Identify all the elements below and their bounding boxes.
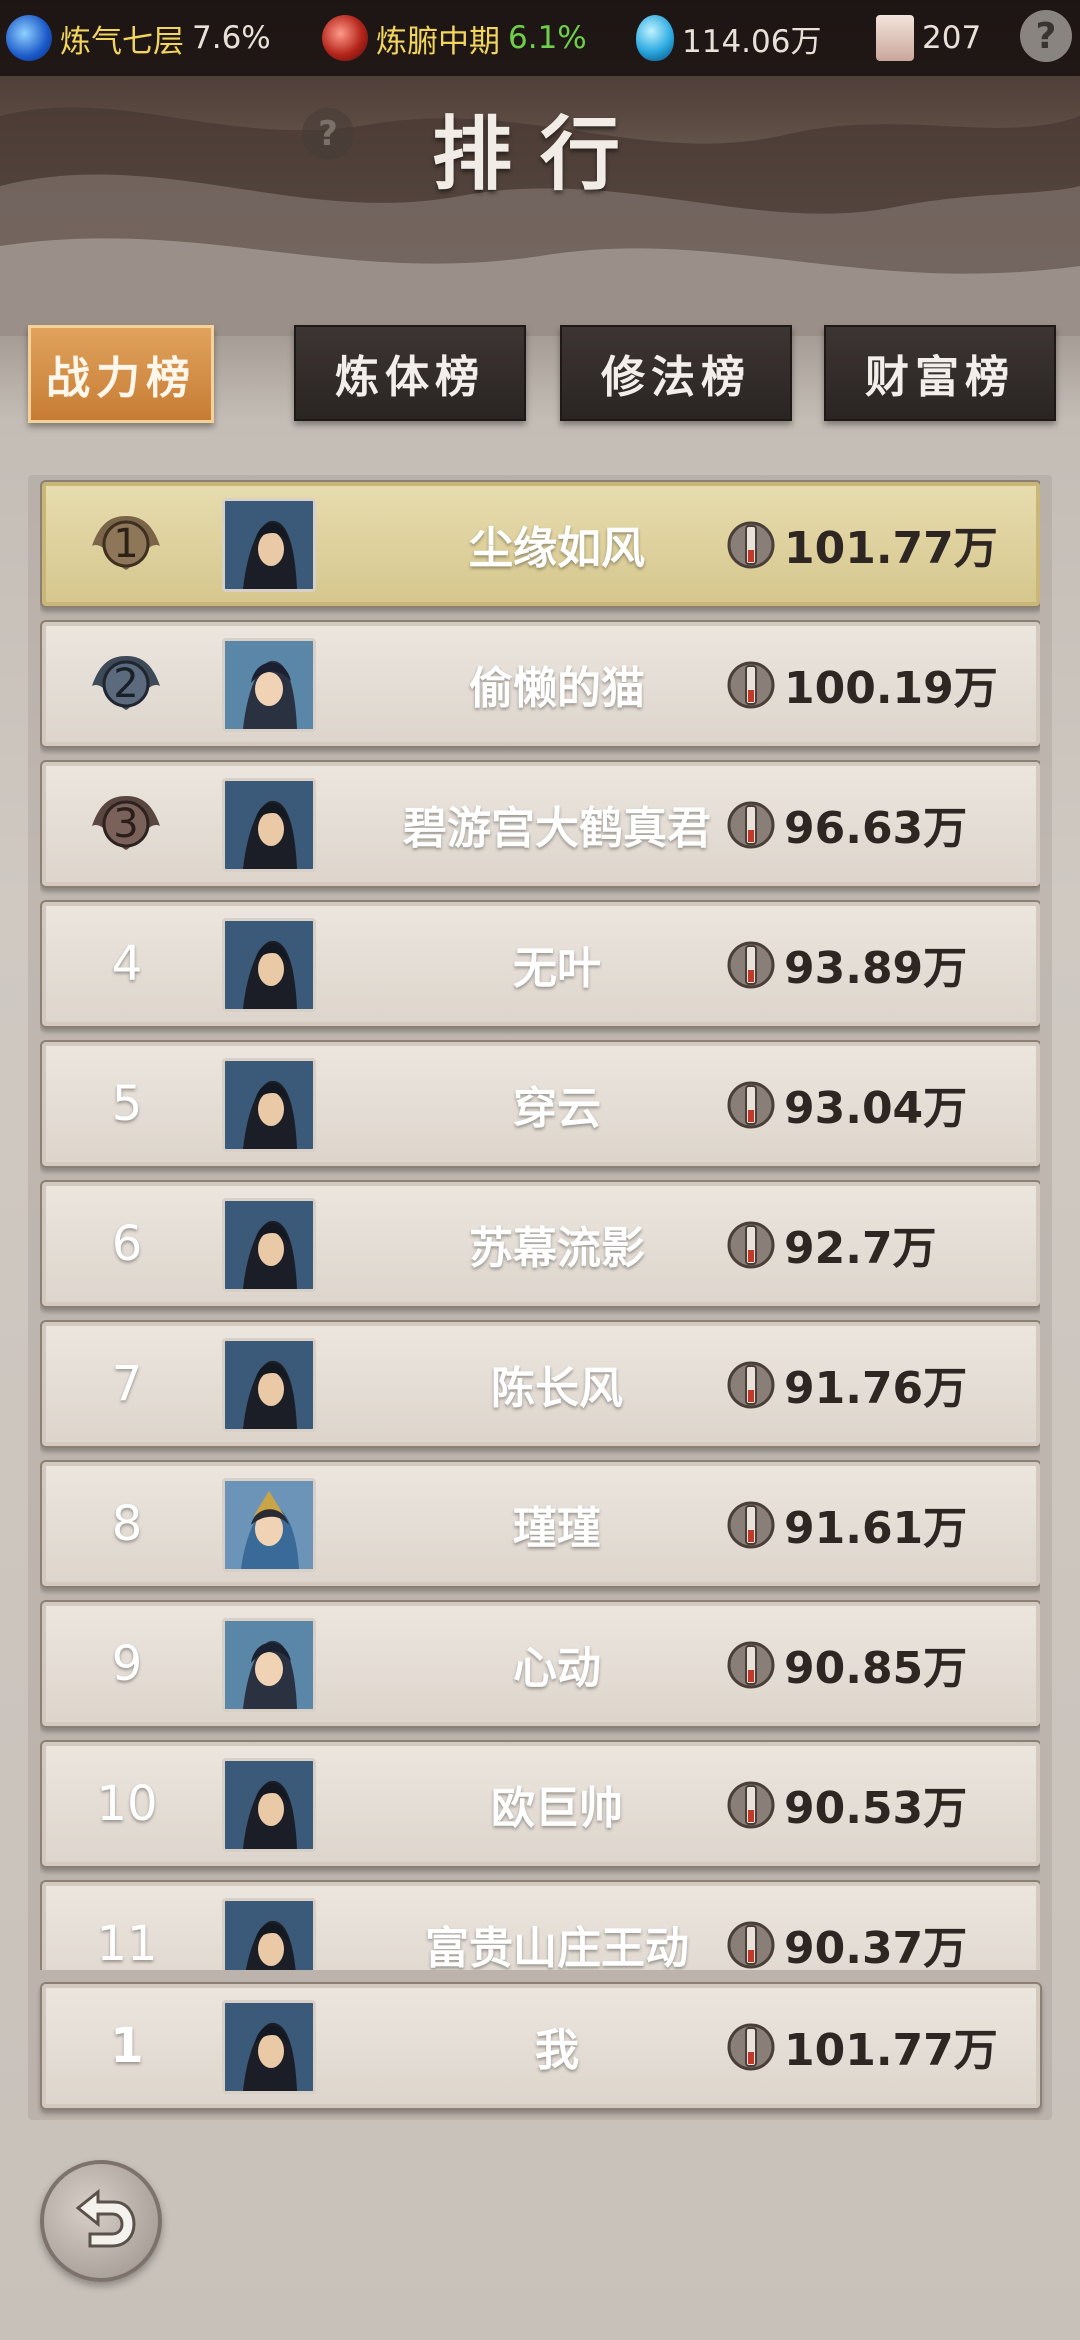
power-value: 90.85万 [784,1643,968,1694]
ranking-row[interactable]: 6 苏幕流影 92.7万 [40,1180,1040,1308]
avatar[interactable] [222,638,316,732]
body-refine-level[interactable]: 炼腑中期 6.1% [322,0,587,76]
tab-wealth[interactable]: 财富榜 [824,325,1056,421]
ranking-row[interactable]: 7 陈长风 91.76万 [40,1320,1040,1448]
combat-power-icon [727,1781,775,1829]
rank-number: 9 [111,1636,143,1692]
token-value: 207 [922,20,982,56]
rank-number: 5 [111,1076,143,1132]
ranking-row[interactable]: 11 富贵山庄王动 90.37万 [40,1880,1040,1970]
my-avatar[interactable] [222,2000,316,2094]
combat-power-icon [727,1081,775,1129]
scroll-token-icon [876,15,914,61]
avatar[interactable] [222,1198,316,1292]
tab-body-refining[interactable]: 炼体榜 [294,325,526,421]
avatar[interactable] [222,1478,316,1572]
cultivation-name: 炼气七层 [60,23,184,60]
rank-number: 8 [111,1496,143,1552]
combat-power-icon [727,801,775,849]
power-value: 93.89万 [784,943,968,994]
spirit-orb-icon [6,15,52,61]
back-button[interactable] [40,2160,162,2282]
ranking-row[interactable]: 1 尘缘如风 101.77万 [40,480,1040,608]
avatar[interactable] [222,918,316,1012]
ranking-row[interactable]: 4 无叶 93.89万 [40,900,1040,1028]
combat-power-icon [727,661,775,709]
combat-power-icon [727,1921,775,1969]
ranking-row[interactable]: 3 碧游宫大鹤真君 96.63万 [40,760,1040,888]
cultivation-percent: 7.6% [192,20,271,56]
power-value: 93.04万 [784,1083,968,1134]
combat-power-icon [727,1641,775,1689]
ranking-row[interactable]: 5 穿云 93.04万 [40,1040,1040,1168]
ranking-row[interactable]: 9 心动 90.85万 [40,1600,1040,1728]
spirit-stone-icon [636,15,674,61]
spirit-stones-value: 114.06万 [682,23,822,60]
tab-spell-cultivation[interactable]: 修法榜 [560,325,792,421]
rank-number: 11 [96,1916,158,1970]
ranking-list[interactable]: 1 尘缘如风 101.77万 2 偷懒的猫 100.19万 3 碧游宫大鹤真君 [40,480,1040,1970]
return-arrow-icon [75,2188,136,2248]
avatar[interactable] [222,498,316,592]
combat-power-icon [727,1221,775,1269]
token-count[interactable]: 207 [876,0,981,76]
my-power-value: 101.77万 [784,2025,998,2076]
avatar[interactable] [222,1338,316,1432]
rank-number: 4 [111,936,143,992]
power-value: 91.76万 [784,1363,968,1414]
avatar[interactable] [222,1898,316,1970]
rank-number: 10 [96,1776,158,1832]
tab-combat-power[interactable]: 战力榜 [28,325,214,423]
rank-number: 3 [113,801,139,847]
ranking-tabs: 战力榜 炼体榜 修法榜 财富榜 [28,325,1056,423]
cultivation-level[interactable]: 炼气七层 7.6% [6,0,271,76]
power-value: 100.19万 [784,663,998,714]
combat-power-icon [727,521,775,569]
power-value: 101.77万 [784,523,998,574]
combat-power-icon [727,1501,775,1549]
power-value: 96.63万 [784,803,968,854]
my-rank-row[interactable]: 1 我 101.77万 [40,1982,1042,2110]
body-refine-percent: 6.1% [508,20,587,56]
combat-power-icon [727,1361,775,1409]
avatar[interactable] [222,778,316,872]
avatar[interactable] [222,1058,316,1152]
my-rank-number: 1 [110,2018,144,2074]
combat-power-icon [727,2023,775,2071]
top-resource-bar: 炼气七层 7.6% 炼腑中期 6.1% 114.06万 207 ? [0,0,1080,76]
combat-power-icon [727,941,775,989]
power-value: 91.61万 [784,1503,968,1554]
top-help-button[interactable]: ? [1020,10,1072,62]
power-value: 92.7万 [784,1223,937,1274]
rank-number: 1 [113,521,139,567]
ranking-row[interactable]: 2 偷懒的猫 100.19万 [40,620,1040,748]
power-value: 90.37万 [784,1923,968,1970]
rank-number: 2 [113,661,139,707]
spirit-stones[interactable]: 114.06万 [636,0,821,76]
avatar[interactable] [222,1618,316,1712]
ranking-row[interactable]: 8 瑾瑾 91.61万 [40,1460,1040,1588]
avatar[interactable] [222,1758,316,1852]
power-value: 90.53万 [784,1783,968,1834]
rank-number: 6 [111,1216,143,1272]
body-refine-name: 炼腑中期 [376,23,500,60]
ranking-row[interactable]: 10 欧巨帅 90.53万 [40,1740,1040,1868]
page-title: 排行 [432,107,648,201]
crimson-blade-icon [322,15,368,61]
rank-number: 7 [111,1356,143,1412]
